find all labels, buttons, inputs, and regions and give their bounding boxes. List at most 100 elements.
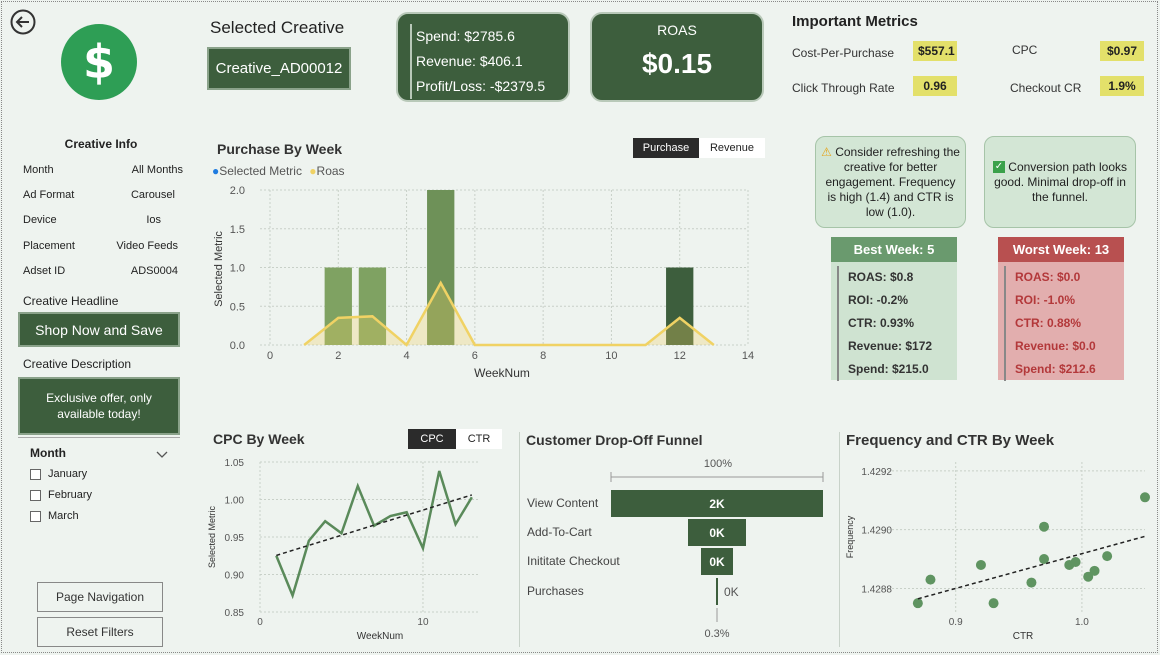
worst-week-card: Worst Week: 13 ROAS: $0.0 ROI: -1.0% CTR…	[998, 237, 1124, 381]
spend-text: Spend: $2785.6	[410, 24, 568, 49]
ctr-label: Click Through Rate	[792, 81, 895, 95]
checkbox[interactable]	[30, 468, 41, 480]
chevron-down-icon[interactable]	[156, 446, 168, 464]
month-option-label: January	[48, 468, 88, 480]
checkout-cr-value: 1.9%	[1100, 76, 1144, 96]
cpp-label: Cost-Per-Purchase	[792, 46, 895, 60]
worst-week-revenue: Revenue: $0.0	[1004, 335, 1124, 358]
best-week-spend: Spend: $215.0	[837, 358, 957, 381]
back-arrow-icon[interactable]	[10, 9, 36, 35]
info-value: All Months	[131, 164, 183, 176]
info-row-placement: Placement Video Feeds	[23, 240, 183, 252]
roas-label: ROAS	[657, 22, 697, 38]
cpp-value: $557.1	[913, 41, 957, 61]
y-tick-label: 1.0	[230, 263, 245, 275]
selected-creative-value[interactable]: Creative_AD00012	[207, 47, 351, 90]
worst-week-ctr: CTR: 0.88%	[1004, 312, 1124, 335]
toggle-purchase[interactable]: Purchase	[633, 138, 699, 158]
funnel-bottom-pct: 0.3%	[704, 628, 729, 640]
roas-value: $0.15	[641, 48, 713, 79]
best-week-ctr: CTR: 0.93%	[837, 312, 957, 335]
info-label: Ad Format	[23, 189, 75, 201]
toggle-ctr[interactable]: CTR	[456, 429, 502, 449]
scatter-point	[1102, 551, 1113, 562]
creative-headline-label: Creative Headline	[23, 294, 119, 308]
cpc-y-axis-label: Selected Metric	[207, 505, 217, 568]
scatter-point	[1070, 557, 1081, 567]
worst-week-roas: ROAS: $0.0	[1004, 266, 1124, 289]
creative-headline-value: Shop Now and Save	[18, 312, 180, 347]
purchase-chart-legend: ●Selected Metric ●Roas	[212, 164, 345, 178]
legend-selected-label: Selected Metric	[219, 164, 302, 178]
scatter-point	[988, 598, 999, 609]
y-tick-label: 0.0	[230, 340, 245, 352]
legend-roas-label: Roas	[316, 164, 345, 178]
month-option-january[interactable]: January	[30, 468, 180, 489]
spend-summary-card: Spend: $2785.6 Revenue: $406.1 Profit/Lo…	[396, 12, 570, 102]
check-icon: ✓	[992, 161, 1005, 174]
dollar-logo-icon: $	[61, 24, 137, 100]
freq-chart-title: Frequency and CTR By Week	[846, 432, 1055, 449]
month-option-label: March	[48, 510, 79, 522]
x-tick-label: 0.9	[949, 617, 963, 628]
info-row-ad-format: Ad Format Carousel	[23, 189, 183, 201]
worst-week-spend: Spend: $212.6	[1004, 358, 1124, 381]
cpc-line	[275, 470, 473, 600]
scatter-point	[1140, 492, 1150, 503]
y-tick-label: 0.95	[225, 533, 245, 544]
roas-card: ROAS $0.15	[590, 12, 764, 102]
cpc-chart-title: CPC By Week	[213, 431, 305, 447]
y-tick-label: 2.0	[230, 185, 245, 197]
scatter-point	[1039, 521, 1050, 532]
funnel-stage-label: Purchases	[527, 584, 584, 598]
month-option-february[interactable]: February	[30, 489, 180, 510]
best-week-revenue: Revenue: $172	[837, 335, 957, 358]
month-option-label: February	[48, 489, 93, 501]
month-option-march[interactable]: March	[30, 510, 180, 531]
x-tick-label: 10	[417, 617, 429, 628]
freq-trend-line	[917, 535, 1146, 600]
page-navigation-button[interactable]: Page Navigation	[37, 582, 163, 612]
warning-icon: ⚠	[821, 144, 832, 159]
drop-off-funnel-chart: 100% View Content 2K Add-To-Cart 0K Init…	[527, 458, 824, 640]
cpc-by-week-chart: 1.05 1.00 0.95 0.90 0.85 0 10 WeekNum Selecte…	[207, 458, 480, 642]
ctr-value: 0.96	[913, 76, 957, 96]
x-tick-label: 14	[742, 350, 754, 362]
creative-description-value: Exclusive offer, only available today!	[18, 377, 180, 435]
best-week-roas: ROAS: $0.8	[837, 266, 957, 289]
best-week-roi: ROI: -0.2%	[837, 289, 957, 312]
x-tick-label: 1.0	[1075, 617, 1089, 628]
funnel-stage-value: 0K	[709, 555, 725, 569]
purchase-by-week-chart: 2.0 1.5 1.0 0.5 0.0 0 2 4 6 8 10 12 14 WeekNum Sele…	[213, 185, 754, 380]
toggle-cpc[interactable]: CPC	[408, 429, 456, 449]
cpc-ctr-toggle: CPC CTR	[408, 429, 502, 449]
funnel-stage-label: Inititate Checkout	[527, 554, 620, 568]
creative-description-label: Creative Description	[23, 357, 132, 371]
funnel-stage-label: Add-To-Cart	[527, 525, 592, 539]
x-tick-label: 12	[674, 350, 686, 362]
month-slicer-title: Month	[30, 446, 66, 460]
y-tick-label: 1.00	[225, 496, 245, 507]
y-tick-label: 0.90	[225, 571, 245, 582]
refresh-alert: ⚠ Consider refreshing the creative for b…	[815, 136, 966, 228]
checkbox[interactable]	[30, 489, 41, 501]
best-week-card: Best Week: 5 ROAS: $0.8 ROI: -0.2% CTR: …	[831, 237, 957, 381]
scatter-point	[1026, 577, 1037, 588]
funnel-stage-value: 0K	[724, 585, 739, 599]
selected-creative-title: Selected Creative	[210, 18, 345, 37]
checkout-cr-label: Checkout CR	[1010, 81, 1082, 95]
best-week-title: Best Week: 5	[831, 237, 957, 262]
y-tick-label: 0.5	[230, 301, 245, 313]
info-row-device: Device Ios	[23, 214, 183, 226]
info-value: Ios	[146, 214, 161, 226]
funnel-bar-purchases	[716, 578, 718, 605]
x-tick-label: 0	[267, 350, 273, 362]
y-tick-label: 0.85	[225, 608, 245, 619]
checkbox[interactable]	[30, 510, 41, 522]
freq-y-axis-label: Frequency	[845, 515, 855, 558]
funnel-stage-value: 0K	[709, 526, 725, 540]
y-tick-label: 1.4292	[861, 467, 892, 478]
frequency-ctr-chart: 1.4292 1.4290 1.4288 0.9 1.0 CTR Frequency	[845, 462, 1150, 642]
reset-filters-button[interactable]: Reset Filters	[37, 617, 163, 647]
toggle-revenue[interactable]: Revenue	[699, 138, 765, 158]
